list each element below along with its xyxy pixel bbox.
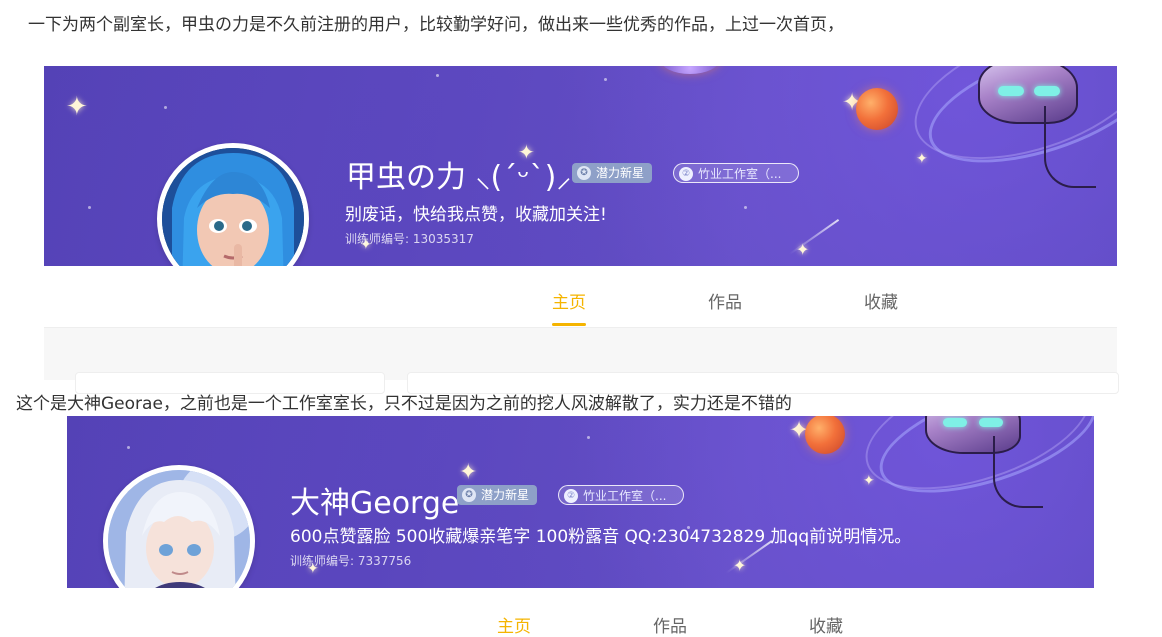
tab-works[interactable]: 作品 <box>653 612 687 637</box>
caption-second-profile: 这个是大神Georae，之前也是一个工作室室长，只不过是因为之前的挖人风波解散了… <box>16 394 792 414</box>
sparkle-icon: ✦ <box>66 92 88 122</box>
profile-motto: 600点赞露脸 500收藏爆亲笔字 100粉露音 QQ:2304732829 加… <box>290 527 912 547</box>
orange-planet-image <box>856 88 898 130</box>
studio-icon: ② <box>679 167 693 181</box>
tab-works[interactable]: 作品 <box>708 288 742 313</box>
profile-card-george: ✦ ✦ ✦ ✦ ✦ 大神George ✪ 潜力新星 ② 竹业工作室（... 60… <box>67 416 1094 637</box>
studio-badge[interactable]: ② 竹业工作室（... <box>558 485 684 505</box>
studio-badge[interactable]: ② 竹业工作室（... <box>673 163 799 183</box>
trainer-id: 训练师编号: 13035317 <box>345 232 474 246</box>
tab-favorites[interactable]: 收藏 <box>864 288 898 313</box>
trainer-id: 训练师编号: 7337756 <box>290 554 412 568</box>
active-tab-indicator <box>552 323 586 326</box>
sparkle-icon: ✦ <box>863 473 875 489</box>
profile-username: 大神George <box>290 486 460 521</box>
rising-star-badge: ✪ 潜力新星 <box>572 163 653 183</box>
orange-planet-image <box>805 416 845 454</box>
profile-motto: 别废话，快给我点赞，收藏加关注! <box>345 205 607 225</box>
badge-medal-icon: ✪ <box>462 488 476 502</box>
profile-tab-bar: 主页 作品 收藏 <box>44 266 1117 328</box>
purple-planet-image <box>660 66 720 74</box>
caption-first-profile: 一下为两个副室长，甲虫の力是不久前注册的用户，比较勤学好问，做出来一些优秀的作品… <box>28 15 844 35</box>
tab-home[interactable]: 主页 <box>497 612 531 637</box>
rising-star-badge: ✪ 潜力新星 <box>457 485 538 505</box>
profile-card-beetle: ✦ ✦ ✦ ✦ ✦ ✦ 甲虫の力 ⸜(ˊᵕˋ)⸝ ✪ 潜力新星 ② 竹业工作室（… <box>44 66 1119 394</box>
badge-medal-icon: ✪ <box>577 166 591 180</box>
studio-icon: ② <box>564 489 578 503</box>
sparkle-icon: ✦ <box>459 460 478 485</box>
profile-username: 甲虫の力 ⸜(ˊᵕˋ)⸝ <box>346 160 572 195</box>
tab-home[interactable]: 主页 <box>552 288 586 313</box>
sparkle-icon: ✦ <box>916 151 928 167</box>
tab-favorites[interactable]: 收藏 <box>809 612 843 637</box>
profile-tab-bar: 主页 作品 收藏 <box>67 588 1094 637</box>
